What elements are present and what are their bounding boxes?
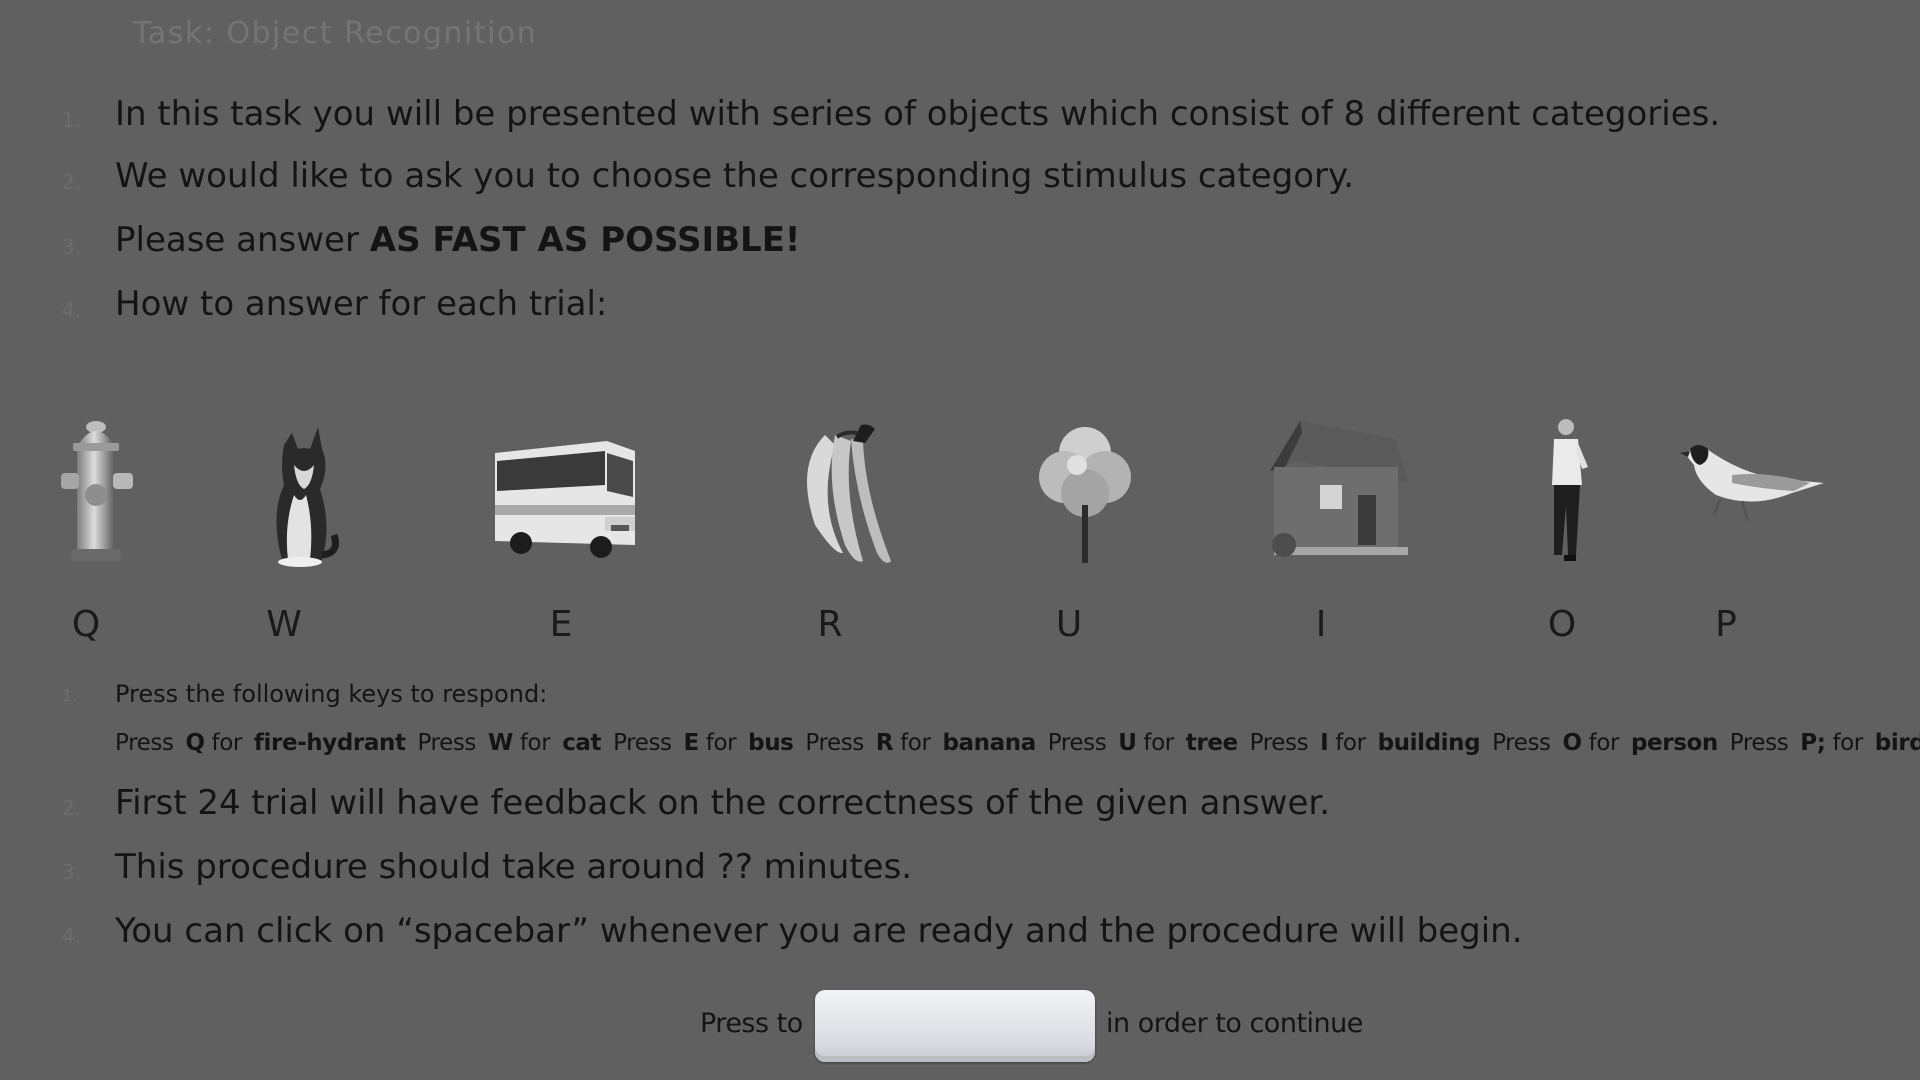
press-word: Press <box>1492 730 1551 756</box>
intro-text-2: We would like to ask you to choose the c… <box>115 156 1355 196</box>
for-word: for <box>1832 730 1863 756</box>
press-word: Press <box>417 730 477 756</box>
instruction-screen: Task: Object Recognition 1. In this task… <box>0 0 1920 1080</box>
cat-icon <box>222 405 372 575</box>
task-title: Task: Object Recognition <box>133 16 538 51</box>
list-number: 4. <box>62 924 82 948</box>
for-word: for <box>1143 730 1174 756</box>
for-word: for <box>705 730 737 756</box>
feedback-info-text: First 24 trial will have feedback on the… <box>115 783 1331 823</box>
mapping-r: Press R for banana <box>805 730 1036 756</box>
mapping-key: R <box>875 730 894 756</box>
mapping-category: person <box>1630 730 1718 756</box>
press-word: Press <box>1047 730 1107 756</box>
mapping-key: P; <box>1800 730 1826 756</box>
mapping-e: Press E for bus <box>613 730 794 756</box>
mapping-w: Press W for cat <box>417 730 601 756</box>
start-info-text: You can click on “spacebar” whenever you… <box>115 911 1523 951</box>
press-word: Press <box>1249 730 1309 756</box>
fire-hydrant-icon <box>21 405 171 575</box>
mapping-category: tree <box>1185 730 1238 756</box>
mapping-key: Q <box>185 730 205 756</box>
respond-instruction: Press the following keys to respond: <box>115 680 548 708</box>
mapping-key: I <box>1320 730 1329 756</box>
bird-icon <box>1672 405 1832 575</box>
mapping-u: Press U for tree <box>1048 730 1238 756</box>
building-icon <box>1260 405 1410 575</box>
intro-text-3-plain: Please answer <box>115 220 370 260</box>
list-number: 1. <box>62 108 82 132</box>
key-label-q: Q <box>71 604 101 645</box>
mapping-p: Press P; for bird <box>1730 730 1920 756</box>
mapping-key: O <box>1562 730 1583 756</box>
key-mapping-line: Press Q for fire-hydrant Press W for cat… <box>115 730 1920 756</box>
for-word: for <box>1588 730 1620 756</box>
tree-icon <box>1005 405 1155 575</box>
key-label-p: P <box>1715 604 1737 645</box>
for-word: for <box>900 730 931 756</box>
mapping-category: cat <box>562 730 602 756</box>
list-number: 2. <box>62 170 82 194</box>
mapping-key: E <box>683 730 700 756</box>
mapping-key: W <box>487 730 513 756</box>
list-number: 3. <box>62 235 82 259</box>
intro-text-4: How to answer for each trial: <box>115 284 608 324</box>
intro-text-1: In this task you will be presented with … <box>115 94 1721 134</box>
key-label-w: W <box>266 604 302 645</box>
key-label-u: U <box>1055 604 1083 645</box>
for-word: for <box>1335 730 1366 756</box>
emphasis-text: AS FAST AS POSSIBLE! <box>369 220 801 260</box>
person-icon <box>1492 405 1642 575</box>
list-number: 4. <box>62 298 82 322</box>
continue-prompt: Press to in order to continue <box>0 990 1920 1062</box>
bus-icon <box>489 405 639 575</box>
key-label-e: E <box>549 604 573 645</box>
press-word: Press <box>805 730 864 756</box>
mapping-category: fire-hydrant <box>253 730 406 756</box>
for-word: for <box>519 730 551 756</box>
mapping-i: Press I for building <box>1250 730 1481 756</box>
mapping-category: banana <box>942 730 1036 756</box>
mapping-category: bird <box>1874 730 1920 756</box>
key-label-i: I <box>1315 604 1327 645</box>
duration-info-text: This procedure should take around ?? min… <box>115 847 913 887</box>
continue-pre-text: Press to <box>700 1008 803 1039</box>
for-word: for <box>211 730 243 756</box>
press-word: Press <box>1729 730 1789 756</box>
press-word: Press <box>115 730 174 756</box>
mapping-category: bus <box>748 730 794 756</box>
intro-text-3: Please answer AS FAST AS POSSIBLE! <box>115 220 800 260</box>
key-label-o: O <box>1547 604 1577 645</box>
spacebar-key-icon[interactable] <box>815 990 1095 1062</box>
key-label-r: R <box>817 604 843 645</box>
list-number: 1. <box>62 686 78 705</box>
mapping-category: building <box>1377 730 1481 756</box>
press-word: Press <box>613 730 672 756</box>
list-number: 3. <box>62 860 82 884</box>
mapping-o: Press O for person <box>1492 730 1718 756</box>
mapping-q: Press Q for fire-hydrant <box>115 730 406 756</box>
list-number: 2. <box>62 796 82 820</box>
mapping-key: U <box>1118 730 1137 756</box>
banana-icon <box>765 405 915 575</box>
continue-post-text: in order to continue <box>1106 1008 1363 1039</box>
